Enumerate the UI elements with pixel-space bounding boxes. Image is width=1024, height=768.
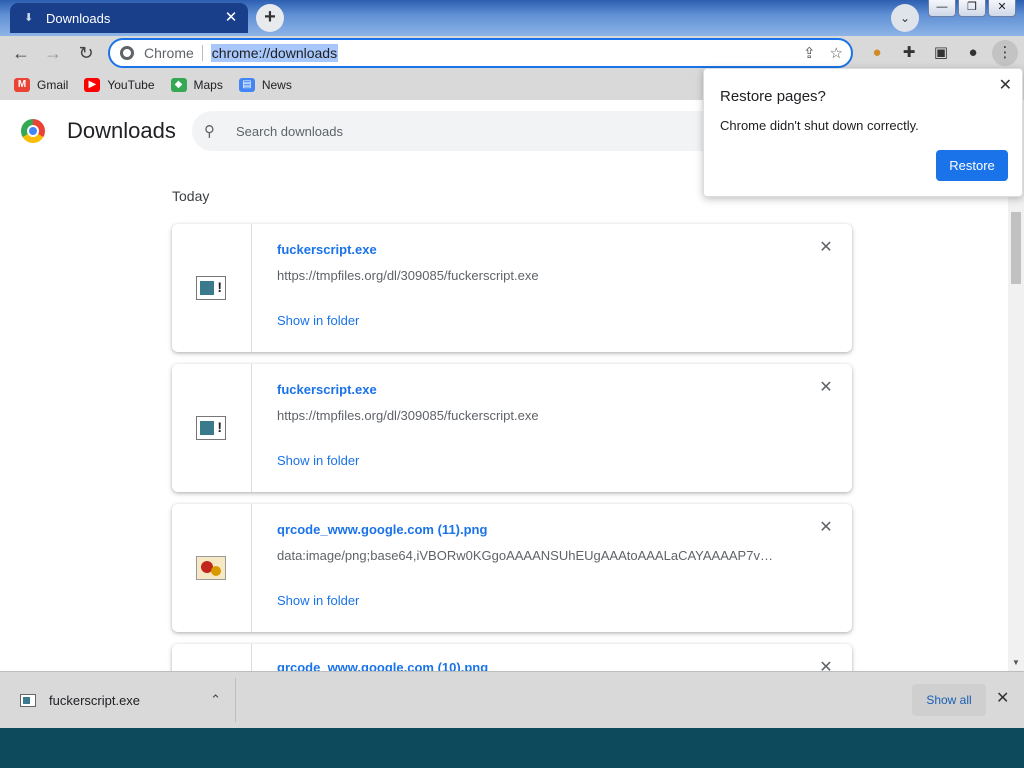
window-controls: — ❐ ✕ <box>928 0 1016 17</box>
show-in-folder-link[interactable]: Show in folder <box>277 593 359 608</box>
shelf-file-name: fuckerscript.exe <box>49 692 141 708</box>
forward-button[interactable]: → <box>40 40 66 66</box>
new-tab-button[interactable]: + <box>256 4 284 32</box>
menu-icon[interactable]: ⋮ <box>992 40 1018 66</box>
day-label: Today <box>172 188 210 204</box>
remove-item-icon[interactable]: ✕ <box>818 240 834 256</box>
shelf-download-item[interactable]: fuckerscript.exe ⌃ <box>8 678 236 722</box>
bookmark-label: News <box>261 78 292 92</box>
close-window-button[interactable]: ✕ <box>988 0 1016 17</box>
show-all-button[interactable]: Show all <box>912 684 986 716</box>
reload-button[interactable]: ↻ <box>73 40 99 66</box>
remove-item-icon[interactable]: ✕ <box>818 520 834 536</box>
remove-item-icon[interactable]: ✕ <box>818 380 834 396</box>
bookmark-youtube[interactable]: ▶ YouTube <box>84 78 155 92</box>
exe-file-icon <box>196 276 226 300</box>
search-icon: ⚲ <box>204 123 215 140</box>
restore-window-button[interactable]: ❐ <box>958 0 986 17</box>
file-url[interactable]: https://tmpfiles.org/dl/309085/fuckerscr… <box>277 268 539 283</box>
show-in-folder-link[interactable]: Show in folder <box>277 313 359 328</box>
remove-item-icon[interactable]: ✕ <box>818 660 834 672</box>
bookmark-news[interactable]: ▤ News <box>238 78 292 92</box>
restore-button[interactable]: Restore <box>936 150 1008 181</box>
exe-file-icon <box>20 693 36 707</box>
dialog-title: Restore pages? <box>720 88 826 105</box>
file-url[interactable]: data:image/png;base64,iVBORw0KGgoAAAANSU… <box>277 548 777 563</box>
omnibox-chip: Chrome <box>144 45 203 61</box>
file-icon-column <box>172 644 252 671</box>
side-panel-icon[interactable]: ▣ <box>928 40 954 66</box>
maps-icon: ◆ <box>170 78 187 92</box>
scroll-down-arrow-icon[interactable]: ▼ <box>1012 658 1020 667</box>
gmail-icon: M <box>14 78 30 92</box>
search-bar[interactable]: ⚲ <box>192 111 772 151</box>
scroll-thumb[interactable] <box>1011 212 1021 284</box>
download-item: fuckerscript.exe https://tmpfiles.org/dl… <box>172 364 852 492</box>
file-name-link[interactable]: fuckerscript.exe <box>277 382 377 397</box>
bookmark-label: Maps <box>193 78 223 92</box>
show-in-folder-link[interactable]: Show in folder <box>277 453 359 468</box>
extensions-icon[interactable]: ✚ <box>896 40 922 66</box>
bookmark-maps[interactable]: ◆ Maps <box>170 78 223 92</box>
bookmark-label: YouTube <box>107 78 155 92</box>
file-icon-column <box>172 504 252 632</box>
download-item: qrcode_www.google.com (11).png data:imag… <box>172 504 852 632</box>
bookmark-label: Gmail <box>37 78 69 92</box>
omnibox-actions: ⇪ ☆ <box>803 44 843 62</box>
share-icon[interactable]: ⇪ <box>803 44 816 62</box>
cookie-extension-icon[interactable]: ● <box>864 40 890 66</box>
file-name-link[interactable]: fuckerscript.exe <box>277 242 377 257</box>
page-title: Downloads <box>67 118 176 143</box>
bookmark-star-icon[interactable]: ☆ <box>830 44 843 62</box>
download-shelf: fuckerscript.exe ⌃ Show all ✕ <box>0 671 1024 728</box>
url-text[interactable]: chrome://downloads <box>210 44 339 62</box>
image-file-icon <box>196 556 226 580</box>
close-shelf-icon[interactable]: ✕ <box>996 688 1009 708</box>
os-taskbar <box>0 728 1024 768</box>
title-bar: ⬇ Downloads ✕ + ⌄ — ❐ ✕ <box>0 0 1024 36</box>
bookmark-gmail[interactable]: M Gmail <box>14 78 68 92</box>
file-icon-column <box>172 364 252 492</box>
toolbar: ← → ↻ Chrome chrome://downloads ⇪ ☆ ● ✚ … <box>0 36 1024 70</box>
file-name-link[interactable]: qrcode_www.google.com (11).png <box>277 522 487 537</box>
chrome-site-icon <box>120 46 134 60</box>
chrome-logo-icon <box>21 119 45 143</box>
toolbar-icons: ● ✚ ▣ ● ⋮ <box>864 40 1018 66</box>
download-item: qrcode_www.google.com (10).png ✕ <box>172 644 852 671</box>
profile-icon[interactable]: ● <box>960 40 986 66</box>
chevron-up-icon[interactable]: ⌃ <box>210 692 221 708</box>
tab-search-button[interactable]: ⌄ <box>891 4 919 32</box>
file-url[interactable]: https://tmpfiles.org/dl/309085/fuckerscr… <box>277 408 539 423</box>
exe-file-icon <box>196 416 226 440</box>
tab-close-icon[interactable]: ✕ <box>222 9 240 27</box>
youtube-icon: ▶ <box>84 78 101 92</box>
tab-title: Downloads <box>46 10 111 26</box>
search-input[interactable] <box>236 123 636 139</box>
download-icon: ⬇ <box>24 12 34 24</box>
file-icon-column <box>172 224 252 352</box>
tab-downloads[interactable]: ⬇ Downloads ✕ <box>10 3 248 33</box>
restore-pages-dialog: Restore pages? Chrome didn't shut down c… <box>703 68 1023 197</box>
news-icon: ▤ <box>238 78 255 92</box>
back-button[interactable]: ← <box>8 40 34 66</box>
file-name-link[interactable]: qrcode_www.google.com (10).png <box>277 660 488 671</box>
minimize-button[interactable]: — <box>928 0 956 17</box>
download-item: fuckerscript.exe https://tmpfiles.org/dl… <box>172 224 852 352</box>
omnibox[interactable]: Chrome chrome://downloads ⇪ ☆ <box>108 38 853 68</box>
dialog-message: Chrome didn't shut down correctly. <box>720 118 919 133</box>
dialog-close-icon[interactable]: ✕ <box>999 75 1012 95</box>
